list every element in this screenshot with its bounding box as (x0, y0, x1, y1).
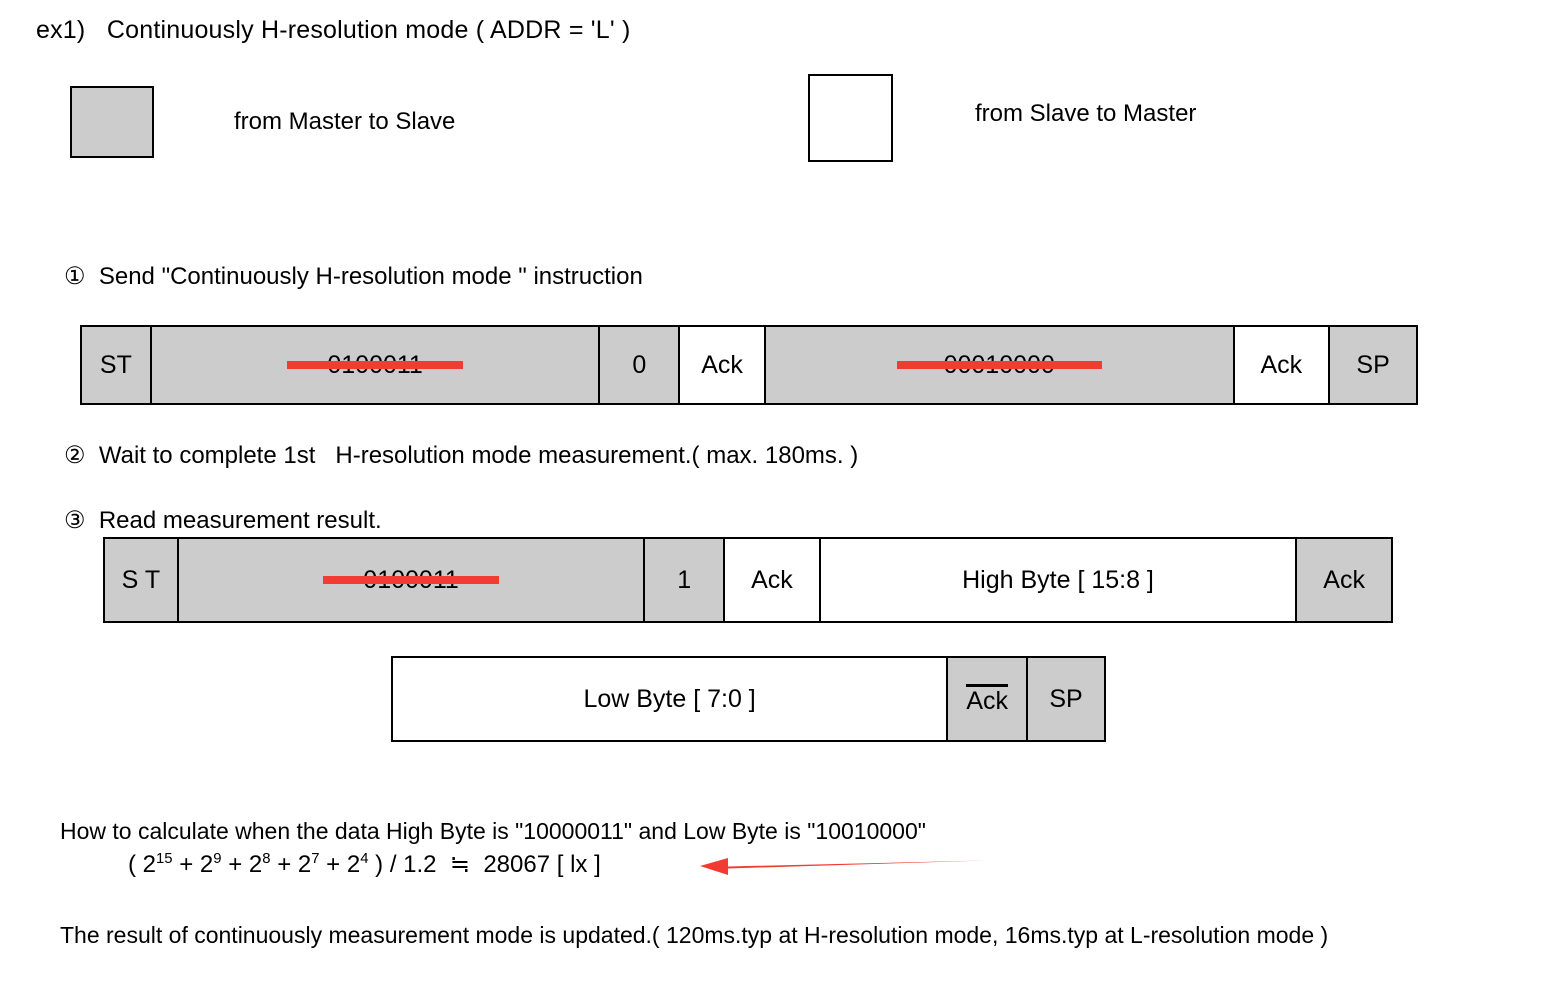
legend-swatch-slave-to-master (808, 74, 893, 162)
frame-cell-label: 0100011 (287, 351, 463, 380)
frame-cell-label: 1 (677, 565, 692, 594)
frame-cell-label: Ack (701, 350, 743, 379)
exponent: 4 (360, 851, 369, 867)
frame-cell: Ack (1234, 327, 1331, 403)
exponent: 9 (213, 851, 222, 867)
frame-cell-label: High Byte [ 15:8 ] (962, 565, 1154, 594)
frame-cell-label: 0100011 (323, 566, 499, 595)
frame-cell-label: Ack (1323, 565, 1365, 594)
i2c-frame-read-low-byte: Low Byte [ 7:0 ] Ack SP (391, 656, 1106, 742)
frame-cell-label: SP (1049, 684, 1083, 713)
strikethrough-marker (287, 361, 463, 369)
frame-cell-label: ST (99, 350, 132, 379)
frame-cell-label: S T (121, 565, 161, 594)
frame-cell-label: 0 (632, 350, 647, 379)
frame-cell: Ack (725, 539, 821, 621)
exponent: 7 (311, 851, 320, 867)
frame-cell: Ack (948, 658, 1029, 740)
frame-cell-label: 00010000 (896, 351, 1102, 380)
callout-arrow-icon (700, 858, 986, 875)
frame-cell-label: Low Byte [ 7:0 ] (583, 684, 756, 713)
frame-cell: Low Byte [ 7:0 ] (393, 658, 949, 740)
frame-cell: ST (82, 327, 152, 403)
frame-cell: S T (105, 539, 179, 621)
legend-label-master-to-slave: from Master to Slave (234, 108, 456, 135)
frame-cell: 0100011 (151, 327, 601, 403)
frame-cell-label: Ack (1260, 350, 1303, 379)
step-3-label: ③ Read measurement result. (64, 507, 382, 534)
strikethrough-marker (323, 576, 499, 584)
legend-swatch-master-to-slave (70, 86, 154, 158)
i2c-frame-read-high-byte: S T 0100011 1 Ack High Byte [ 15:8 ] Ack (103, 537, 1393, 623)
step-1-label: ① Send "Continuously H-resolution mode "… (64, 263, 643, 290)
frame-cell-label: Ack (966, 683, 1008, 714)
legend-label-slave-to-master: from Slave to Master (975, 100, 1197, 127)
frame-cell: 0100011 (178, 539, 646, 621)
page-title: ex1) Continuously H-resolution mode ( AD… (36, 16, 631, 44)
result-update-note: The result of continuously measurement m… (60, 922, 1329, 948)
frame-cell: High Byte [ 15:8 ] (820, 539, 1298, 621)
frame-cell: 1 (645, 539, 726, 621)
exponent: 15 (156, 851, 173, 867)
calculation-formula: ( 215 + 29 + 28 + 27 + 24 ) / 1.2 ≒ 2806… (128, 851, 601, 878)
frame-cell: SP (1028, 658, 1104, 740)
frame-cell-label: Ack (751, 565, 793, 594)
calculation-intro: How to calculate when the data High Byte… (60, 818, 926, 844)
strikethrough-marker (896, 361, 1102, 369)
i2c-frame-instruction: ST 0100011 0 Ack 00010000 Ack SP (80, 325, 1418, 405)
frame-cell-label: SP (1356, 350, 1390, 379)
frame-cell: Ack (680, 327, 766, 403)
frame-cell: SP (1330, 327, 1416, 403)
exponent: 8 (262, 851, 271, 867)
frame-cell: 00010000 (765, 327, 1235, 403)
frame-cell: 0 (600, 327, 681, 403)
frame-cell: Ack (1297, 539, 1391, 621)
step-2-label: ② Wait to complete 1st H-resolution mode… (64, 442, 859, 469)
